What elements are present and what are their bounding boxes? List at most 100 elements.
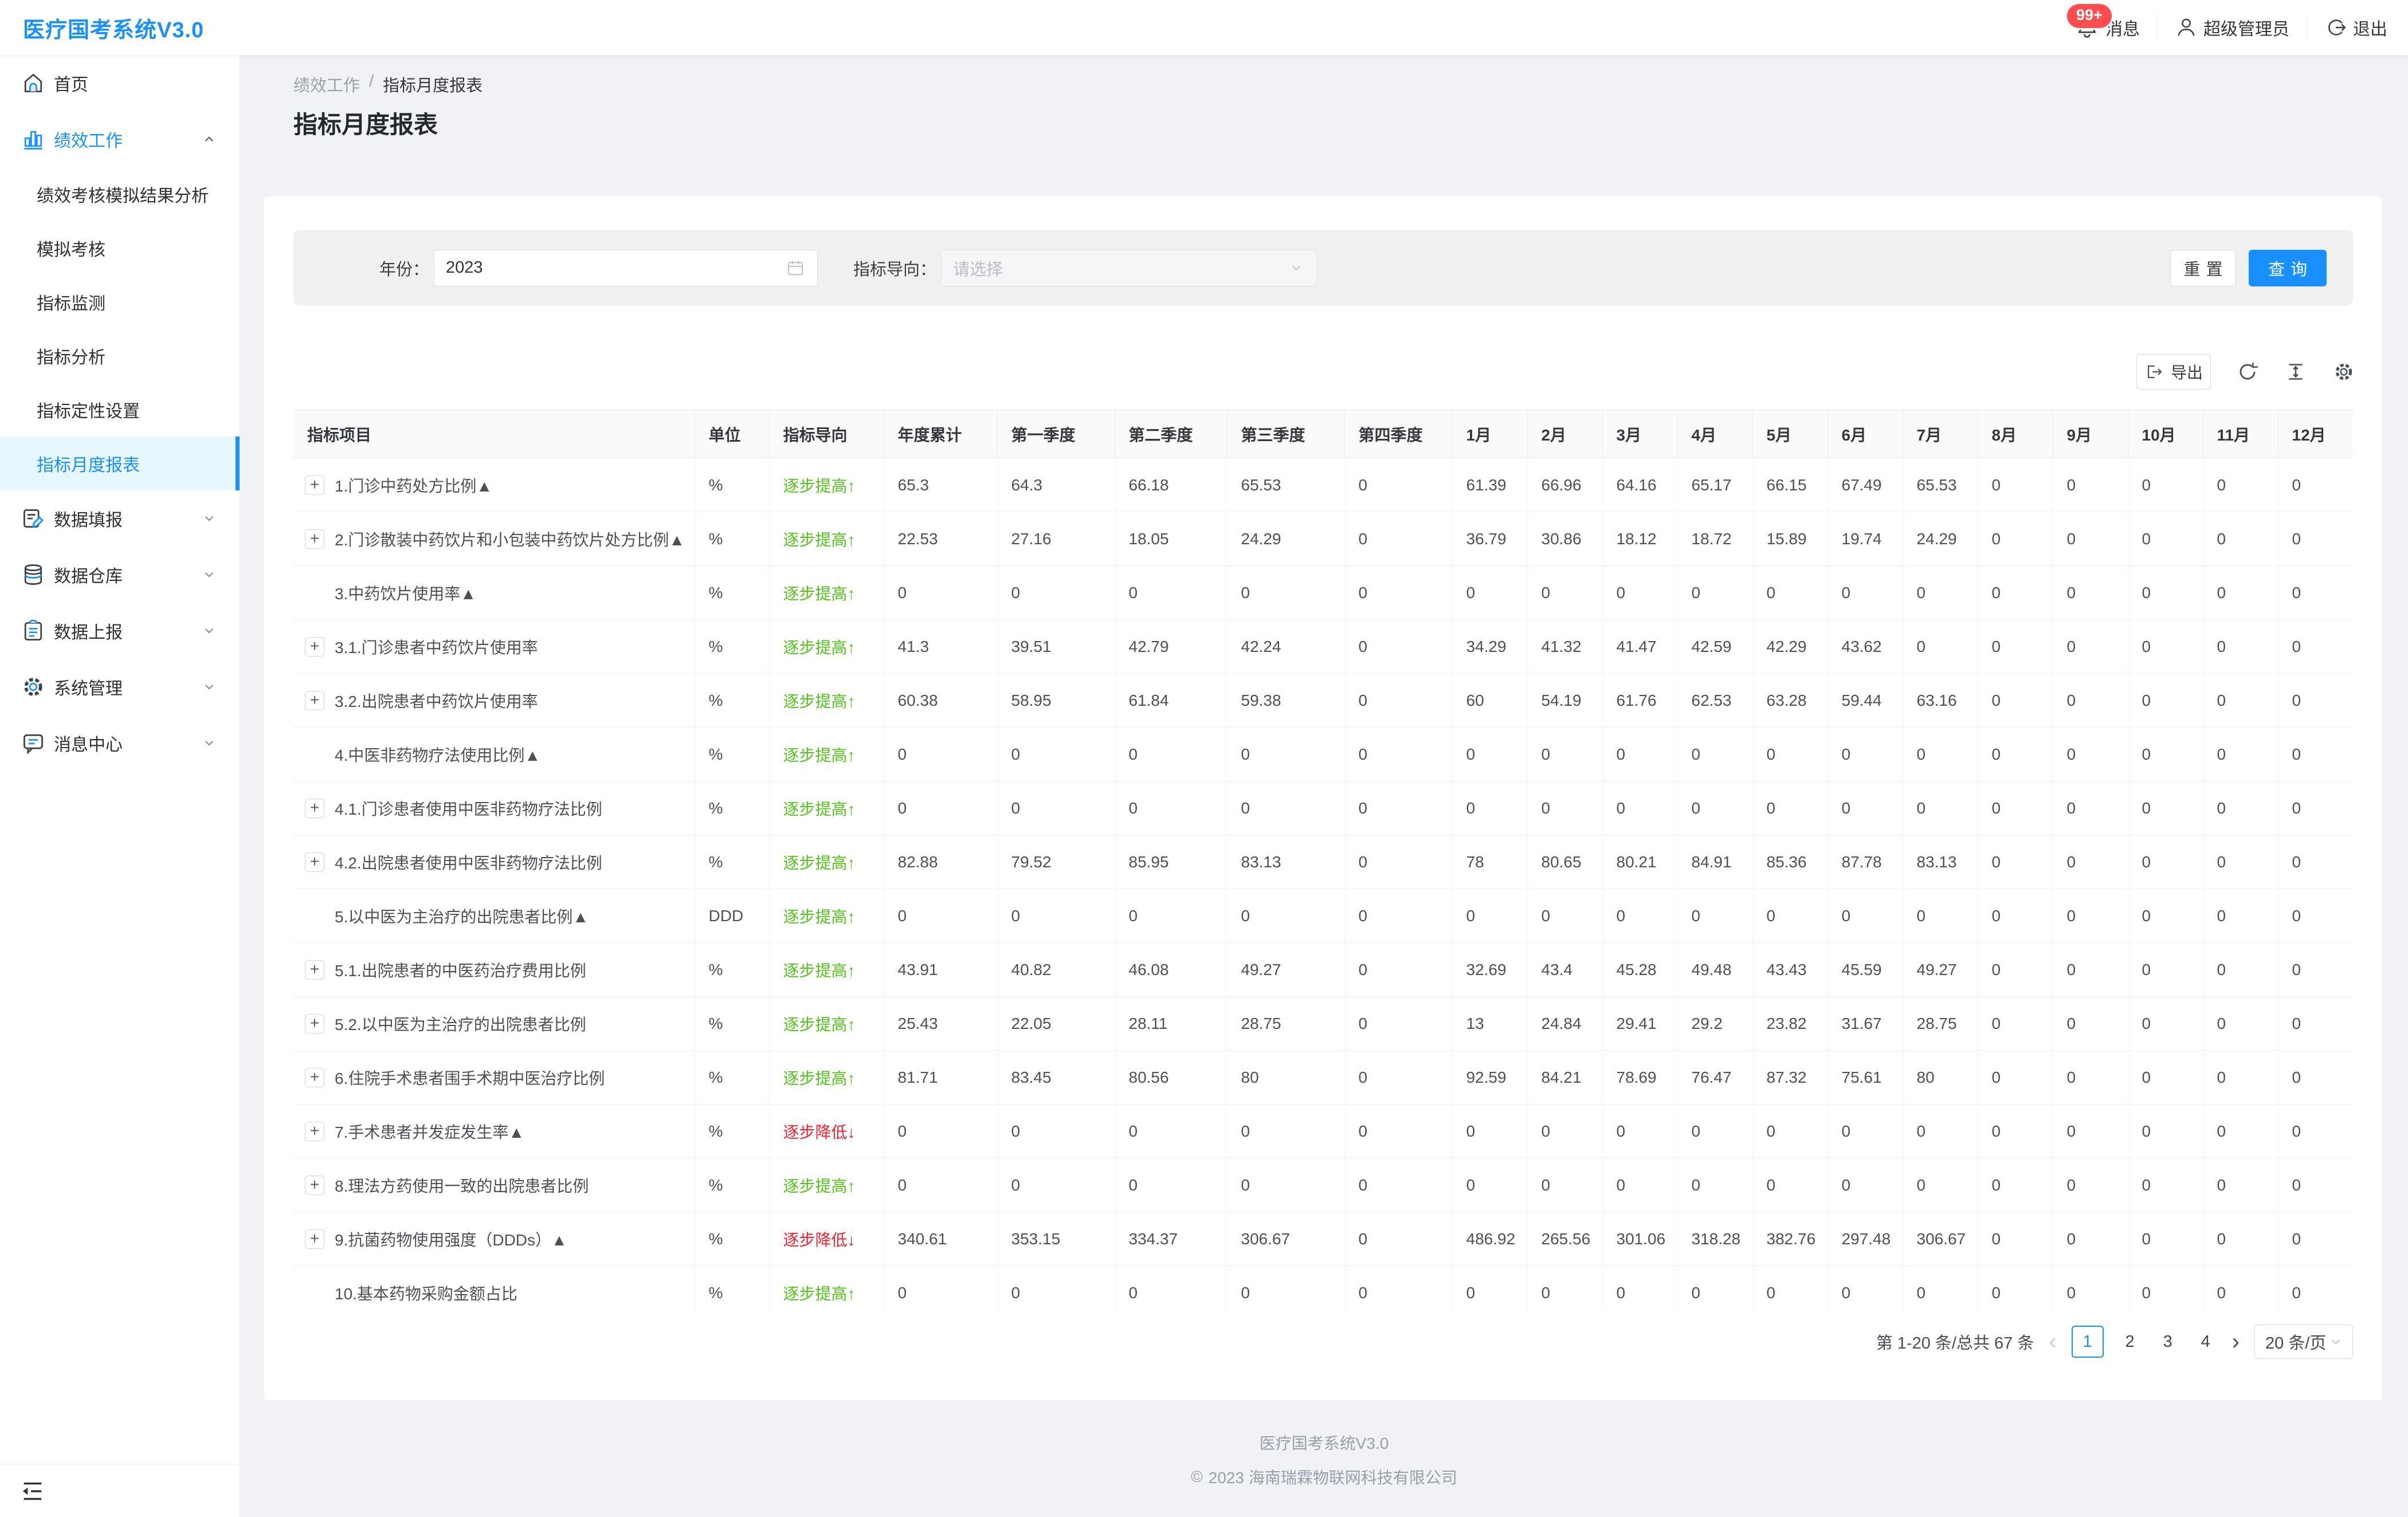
table-column-header: 第三季度 (1227, 410, 1344, 458)
indicator-name: 3.2.出院患者中药饮片使用率 (335, 689, 538, 712)
sidebar-item-label: 消息中心 (54, 730, 123, 756)
expand-row-button[interactable]: + (305, 529, 324, 549)
value-cell: 0 (1452, 566, 1527, 620)
value-cell: 0 (1677, 889, 1752, 943)
sidebar-item-message-center[interactable]: 消息中心 (0, 715, 240, 771)
value-cell: 0 (1978, 620, 2053, 674)
bar-chart-icon (21, 127, 46, 152)
trend-up-text: 逐步提高↑ (783, 746, 856, 764)
sidebar-subitem-indicator-analysis[interactable]: 指标分析 (0, 329, 240, 383)
value-cell: 0 (1677, 1105, 1752, 1158)
indicator-name-cell: +6.住院手术患者围手术期中医治疗比例 (293, 1051, 695, 1105)
value-cell: 0 (2278, 997, 2353, 1051)
unit-cell: % (695, 512, 769, 566)
prev-page-button[interactable]: ‹ (2049, 1326, 2056, 1358)
page-number-2[interactable]: 2 (2119, 1333, 2142, 1351)
expand-row-button[interactable]: + (305, 1229, 324, 1249)
orientation-select[interactable]: 请选择 (941, 250, 1317, 286)
value-cell: 0 (884, 566, 997, 620)
sidebar-subitem-perf-sim-result-analysis[interactable]: 绩效考核模拟结果分析 (0, 167, 240, 221)
value-cell: 0 (1827, 566, 1903, 620)
sidebar-item-data-fill[interactable]: 数据填报 (0, 490, 240, 547)
value-cell: 0 (1602, 1158, 1677, 1212)
logout-button[interactable]: 退出 (2324, 15, 2387, 40)
expand-row-button[interactable]: + (305, 475, 324, 495)
sidebar-collapse-icon[interactable] (19, 1478, 46, 1504)
breadcrumb: 绩效工作 / 指标月度报表 (293, 72, 483, 96)
value-cell: 0 (1452, 1105, 1527, 1158)
expand-row-button[interactable]: + (305, 852, 324, 872)
sidebar-item-data-warehouse[interactable]: 数据仓库 (0, 547, 240, 603)
sidebar-item-home[interactable]: 首页 (0, 55, 240, 111)
breadcrumb-item[interactable]: 绩效工作 (293, 72, 360, 96)
column-settings-gear-icon[interactable] (2332, 360, 2355, 383)
search-button[interactable]: 查询 (2249, 250, 2327, 286)
page-number-4[interactable]: 4 (2194, 1333, 2217, 1351)
value-cell: 0 (1227, 781, 1344, 835)
sidebar-item-performance[interactable]: 绩效工作 (0, 111, 240, 167)
messages-button[interactable]: 99+ 消息 (2074, 15, 2140, 40)
sidebar-item-system-management[interactable]: 系统管理 (0, 659, 240, 715)
value-cell: 41.32 (1527, 620, 1602, 674)
value-cell: 0 (2053, 835, 2128, 889)
orientation-cell: 逐步提高↑ (769, 1158, 884, 1212)
indicator-name: 2.门诊散装中药饮片和小包装中药饮片处方比例▲ (335, 528, 685, 551)
expand-row-button[interactable]: + (305, 1122, 324, 1141)
expand-row-button[interactable]: + (305, 691, 324, 710)
reset-button[interactable]: 重置 (2170, 250, 2236, 286)
page-number-3[interactable]: 3 (2156, 1333, 2179, 1351)
value-cell: 0 (1344, 997, 1452, 1051)
indicator-table-wrapper: 指标项目单位指标导向年度累计第一季度第二季度第三季度第四季度1月2月3月4月5月… (293, 410, 2353, 1311)
trend-up-text: 逐步提高↑ (783, 585, 856, 603)
unit-cell: % (695, 1051, 769, 1105)
next-page-button[interactable]: › (2232, 1326, 2240, 1358)
refresh-icon[interactable] (2236, 360, 2259, 383)
indicator-name: 4.中医非药物疗法使用比例▲ (335, 743, 540, 766)
sidebar-item-data-report[interactable]: 数据上报 (0, 603, 240, 659)
value-cell: 0 (1344, 1051, 1452, 1105)
value-cell: 60 (1452, 674, 1527, 728)
page-number-1[interactable]: 1 (2072, 1326, 2104, 1358)
export-button[interactable]: 导出 (2136, 354, 2211, 390)
value-cell: 301.06 (1602, 1212, 1677, 1266)
expand-row-button[interactable]: + (305, 1014, 324, 1033)
form-icon (21, 506, 46, 531)
sidebar-subitem-indicator-qualitative-setting[interactable]: 指标定性设置 (0, 383, 240, 437)
orientation-cell: 逐步提高↑ (769, 781, 884, 835)
value-cell: 0 (2128, 1051, 2203, 1105)
value-cell: 0 (2128, 512, 2203, 566)
expand-row-button[interactable]: + (305, 1176, 324, 1195)
value-cell: 75.61 (1827, 1051, 1903, 1105)
value-cell: 0 (2053, 1105, 2128, 1158)
sidebar-subitem-sim-assessment[interactable]: 模拟考核 (0, 221, 240, 275)
trend-up-text: 逐步提高↑ (783, 854, 856, 872)
breadcrumb-separator: / (369, 72, 374, 96)
trend-up-text: 逐步提高↑ (783, 800, 856, 818)
value-cell: 0 (2128, 835, 2203, 889)
page-size-select[interactable]: 20 条/页 (2254, 1325, 2353, 1359)
value-cell: 0 (2128, 943, 2203, 997)
value-cell: 0 (2203, 835, 2278, 889)
expand-row-button[interactable]: + (305, 1068, 324, 1087)
value-cell: 0 (1978, 674, 2053, 728)
user-menu[interactable]: 超级管理员 (2175, 15, 2289, 40)
sidebar-subitem-indicator-monthly-report[interactable]: 指标月度报表 (0, 437, 240, 490)
value-cell: 0 (1344, 728, 1452, 781)
value-cell: 0 (1752, 889, 1827, 943)
value-cell: 36.79 (1452, 512, 1527, 566)
expand-row-button[interactable]: + (305, 637, 324, 657)
value-cell: 43.4 (1527, 943, 1602, 997)
sidebar-subitem-indicator-monitor[interactable]: 指标监测 (0, 275, 240, 329)
year-picker-input[interactable]: 2023 (434, 250, 818, 286)
value-cell: 0 (1602, 728, 1677, 781)
value-cell: 0 (1527, 1266, 1602, 1311)
orientation-cell: 逐步提高↑ (769, 620, 884, 674)
indicator-name-cell: 3.中药饮片使用率▲ (293, 566, 695, 620)
value-cell: 80.65 (1527, 835, 1602, 889)
indicator-name: 6.住院手术患者围手术期中医治疗比例 (335, 1066, 605, 1089)
expand-row-button[interactable]: + (305, 799, 324, 818)
expand-row-button[interactable]: + (305, 960, 324, 980)
value-cell: 0 (2128, 458, 2203, 512)
row-density-icon[interactable] (2284, 360, 2307, 383)
value-cell: 0 (1227, 889, 1344, 943)
